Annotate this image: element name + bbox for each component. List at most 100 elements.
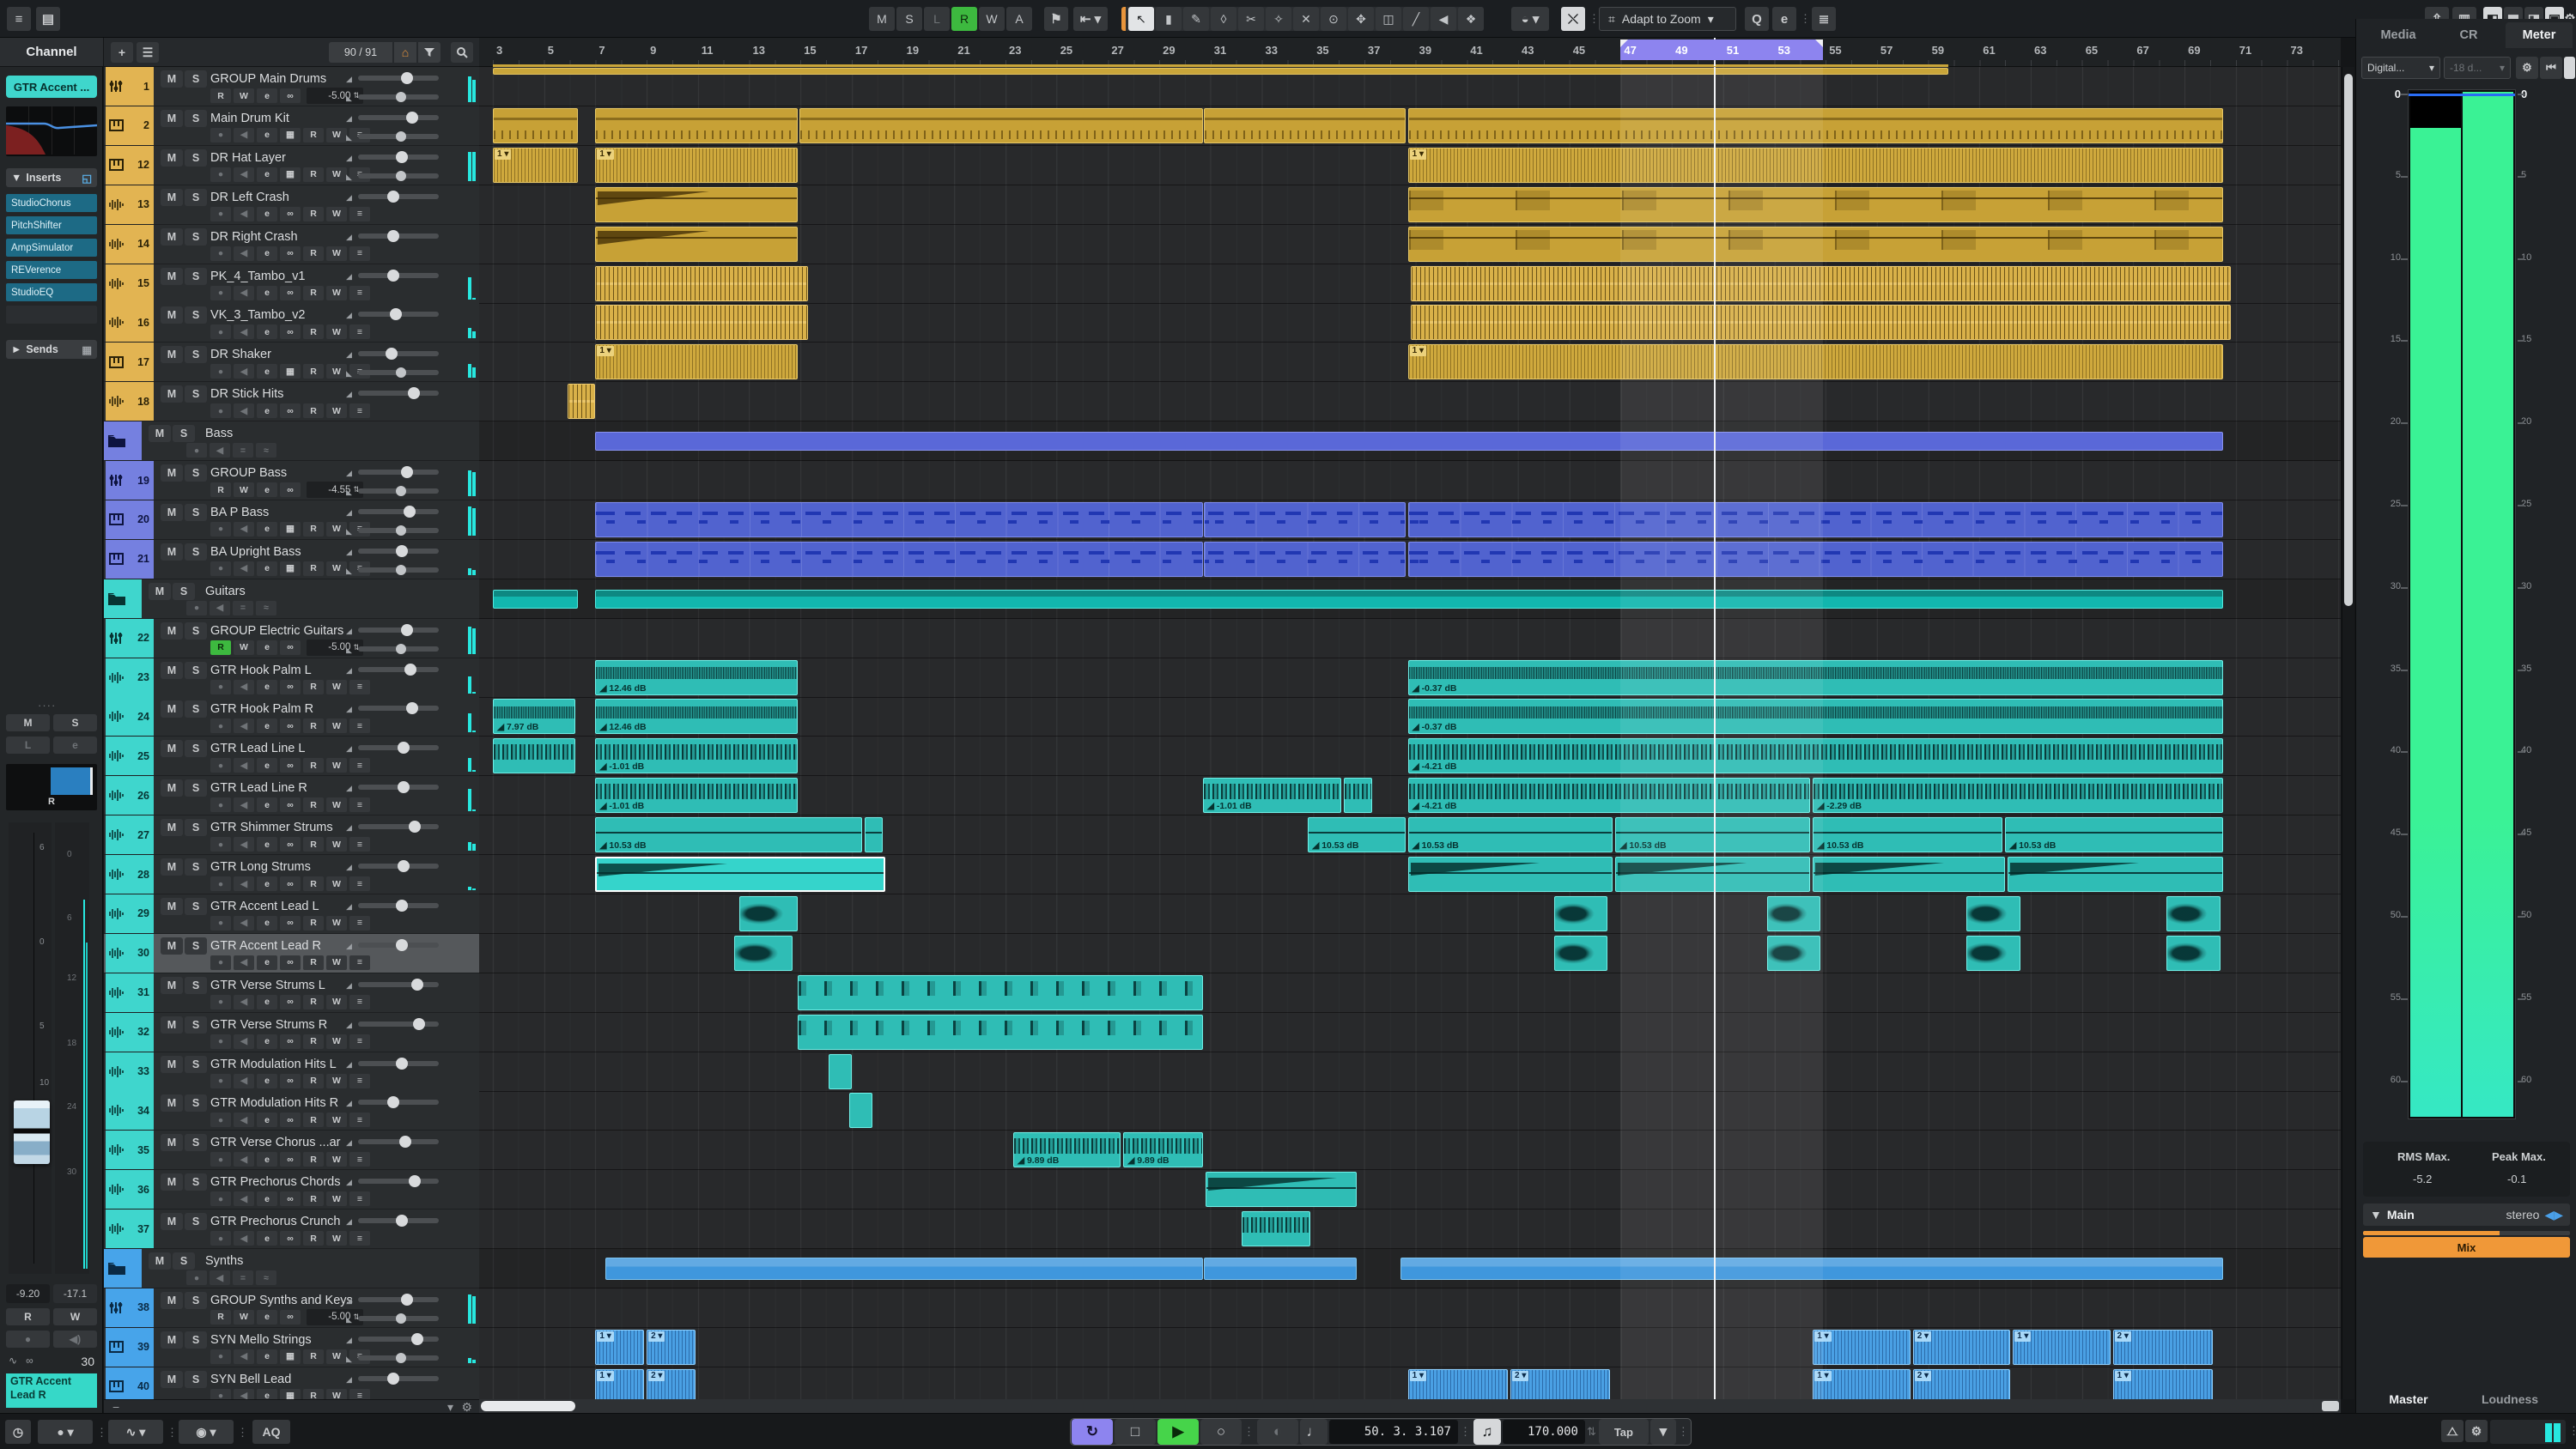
clip[interactable]: ◢ 10.53 dB (2005, 817, 2223, 852)
track-≡-button[interactable]: ≡ (349, 1152, 370, 1167)
solo-button[interactable]: S (185, 385, 207, 403)
volume-slider[interactable] (358, 627, 439, 633)
track-record-button[interactable]: ● (210, 561, 231, 576)
track-monitor-button[interactable]: ◀ (234, 955, 254, 970)
track-monitor-button[interactable]: ◀ (234, 1231, 254, 1246)
track-W-button[interactable]: W (326, 246, 347, 261)
clip[interactable] (1408, 857, 1613, 892)
volume-slider[interactable] (358, 391, 439, 396)
track-monitor-button[interactable]: ◀ (234, 246, 254, 261)
play-button[interactable]: ▶ (1157, 1419, 1199, 1445)
automation-a-button[interactable]: A (1006, 7, 1032, 31)
solo-button[interactable]: S (173, 1252, 195, 1270)
draw-tool[interactable]: ✎ (1183, 7, 1209, 31)
clip[interactable]: ◢ 9.89 dB (1013, 1132, 1121, 1167)
horizontal-scroll-thumb[interactable] (481, 1401, 575, 1411)
volume-slider[interactable] (358, 1061, 439, 1066)
lane-25[interactable]: ◢ -1.01 dB◢ -4.21 dB (479, 737, 2341, 776)
track-W-button[interactable]: W (326, 403, 347, 418)
track-≡-button[interactable]: ≡ (349, 1113, 370, 1127)
meter-reset-icon[interactable]: ⏮ (2540, 57, 2562, 79)
solo-button[interactable]: S (185, 1331, 207, 1349)
channel-s-button[interactable]: S (53, 714, 97, 731)
track-record-button[interactable]: ● (210, 916, 231, 931)
mute-button[interactable]: M (161, 306, 183, 324)
track-row-20[interactable]: 20MSBA P Bass●◀e▦RW≡◢◣ (104, 500, 479, 540)
lane-15[interactable] (479, 264, 2341, 304)
track-row-synths[interactable]: MSSynths●◀=≈ (104, 1249, 479, 1288)
clip[interactable]: ◢ 10.53 dB (1408, 817, 1613, 852)
meter-source-select[interactable]: Digital... ▾ (2361, 57, 2440, 79)
clip[interactable] (734, 936, 793, 971)
list-icon[interactable]: ≣ (1812, 7, 1836, 31)
track-W-button[interactable]: W (326, 1231, 347, 1246)
track-record-button[interactable]: ● (210, 128, 231, 142)
track-row-36[interactable]: 36MSGTR Prechorus Chords●◀e∞RW≡◢ (104, 1170, 479, 1210)
track-W-button[interactable]: W (326, 561, 347, 576)
track-e-button[interactable]: e (257, 1310, 277, 1325)
track-W-button[interactable]: W (326, 128, 347, 142)
pan-control[interactable]: R (6, 764, 97, 810)
track-monitor-button[interactable]: ◀ (234, 286, 254, 300)
clip[interactable] (1813, 857, 2005, 892)
volume-slider[interactable] (358, 76, 439, 81)
tab-media[interactable]: Media (2365, 22, 2432, 48)
folder-button[interactable]: ● (186, 1270, 207, 1285)
quantize-dots[interactable]: ⋮ (1800, 12, 1812, 26)
clip[interactable]: 1 ▾ (1408, 344, 2223, 379)
track-∞-button[interactable]: ∞ (280, 916, 301, 931)
lane-23[interactable]: ◢ 12.46 dB◢ -0.37 dB (479, 658, 2341, 698)
mute-button[interactable]: M (161, 504, 183, 521)
auto-punch-button[interactable]: ⚑ (1044, 7, 1068, 31)
track-monitor-button[interactable]: ◀ (234, 837, 254, 852)
glue-tool[interactable]: ✧ (1266, 7, 1291, 31)
lane-38[interactable] (479, 1288, 2341, 1328)
track-monitor-button[interactable]: ◀ (234, 522, 254, 537)
track-record-button[interactable]: ● (210, 403, 231, 418)
snap-toggle[interactable]: ⤬ (1561, 7, 1585, 31)
solo-button[interactable]: S (185, 306, 207, 324)
volume-slider[interactable] (358, 155, 439, 160)
solo-button[interactable]: S (185, 937, 207, 955)
group-gain-value[interactable]: -5.00⇅ (307, 1309, 363, 1325)
clip[interactable] (1408, 502, 2223, 537)
clip[interactable] (595, 502, 1202, 537)
track-∞-button[interactable]: ∞ (280, 207, 301, 221)
track-e-button[interactable]: e (257, 561, 277, 576)
track-R-button[interactable]: R (303, 1074, 324, 1088)
track-row-19[interactable]: 19MSGROUP BassRWe∞-4.55⇅◢◣ (104, 461, 479, 500)
track-∞-button[interactable]: ∞ (280, 640, 301, 655)
track-∞-button[interactable]: ∞ (280, 995, 301, 1009)
clip[interactable] (2166, 936, 2221, 971)
clip[interactable]: ◢ -0.37 dB (1408, 699, 2223, 734)
track-∞-button[interactable]: ∞ (280, 324, 301, 339)
track-W-button[interactable]: W (326, 1191, 347, 1206)
lane-32[interactable] (479, 1013, 2341, 1052)
split-tool[interactable]: ✂ (1238, 7, 1264, 31)
track-W-button[interactable]: W (234, 1310, 254, 1325)
clip[interactable] (493, 108, 578, 143)
track-row-35[interactable]: 35MSGTR Verse Chorus ...ar●◀e∞RW≡◢ (104, 1131, 479, 1170)
track-R-button[interactable]: R (303, 758, 324, 773)
filter-icon[interactable] (418, 42, 440, 63)
lane-1[interactable] (479, 67, 2341, 106)
track-monitor-button[interactable]: ◀ (234, 1074, 254, 1088)
track-R-button[interactable]: R (303, 128, 324, 142)
track-≡-button[interactable]: ≡ (349, 324, 370, 339)
track-R-button[interactable]: R (303, 797, 324, 812)
clip[interactable] (1408, 187, 2223, 222)
inserts-header[interactable]: ▼ Inserts ◱ (6, 168, 97, 187)
track-W-button[interactable]: W (234, 88, 254, 103)
volume-slider[interactable] (358, 1376, 439, 1381)
solo-button[interactable]: S (185, 504, 207, 521)
clip[interactable]: ◢ 10.53 dB (1813, 817, 2002, 852)
track-R-button[interactable]: R (303, 207, 324, 221)
automation-m-button[interactable]: M (869, 7, 895, 31)
track-R-button[interactable]: R (303, 364, 324, 379)
clip[interactable] (1204, 502, 1405, 537)
clip[interactable] (829, 1054, 852, 1089)
mute-button[interactable]: M (161, 228, 183, 246)
line-tool[interactable]: ╱ (1403, 7, 1429, 31)
track-record-button[interactable]: ● (210, 837, 231, 852)
track-e-button[interactable]: e (257, 128, 277, 142)
